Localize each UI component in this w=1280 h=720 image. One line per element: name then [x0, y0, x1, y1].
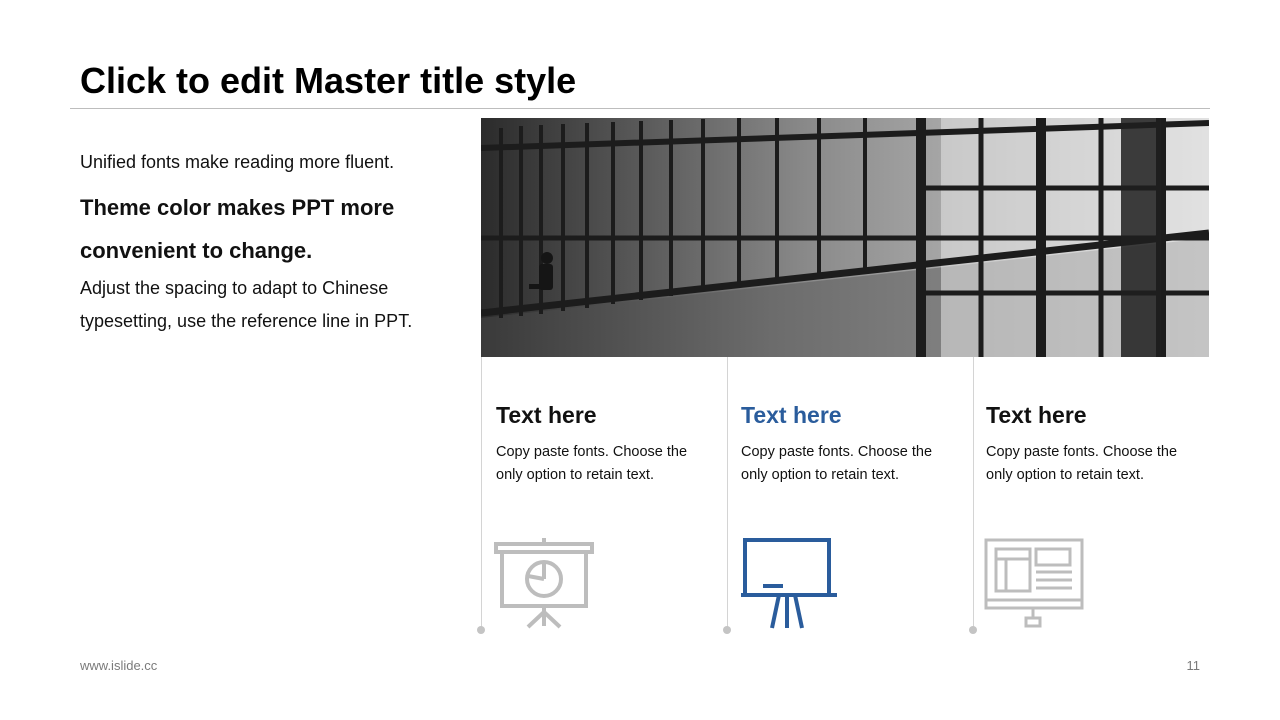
slide-title: Click to edit Master title style	[80, 60, 577, 101]
footer-url: www.islide.cc	[80, 658, 158, 673]
intro-text-1: Unified fonts make reading more fluent.	[80, 152, 395, 172]
column-title-2: Text here	[741, 402, 842, 428]
column-divider	[973, 357, 974, 631]
column-divider-dot	[723, 626, 731, 634]
column-divider	[481, 357, 482, 631]
column-divider-dot	[969, 626, 977, 634]
monitor-dashboard-icon	[984, 532, 1084, 637]
column-body-3: Copy paste fonts. Choose the only option…	[986, 444, 1178, 483]
column-body-1: Copy paste fonts. Choose the only option…	[496, 444, 688, 483]
intro-text-2: Theme color makes PPT more convenient to…	[80, 195, 395, 263]
column-divider	[727, 357, 728, 631]
intro-text-3: Adjust the spacing to adapt to Chinese t…	[80, 278, 413, 331]
column-title-1: Text here	[496, 402, 597, 428]
title-divider	[70, 108, 1210, 109]
page-number: 11	[1186, 658, 1201, 673]
column-title-3: Text here	[986, 402, 1087, 428]
whiteboard-easel-icon	[739, 532, 839, 637]
column-body-2: Copy paste fonts. Choose the only option…	[741, 444, 933, 483]
presentation-pie-chart-icon	[494, 532, 594, 637]
column-divider-dot	[477, 626, 485, 634]
hero-photo	[481, 118, 1209, 357]
